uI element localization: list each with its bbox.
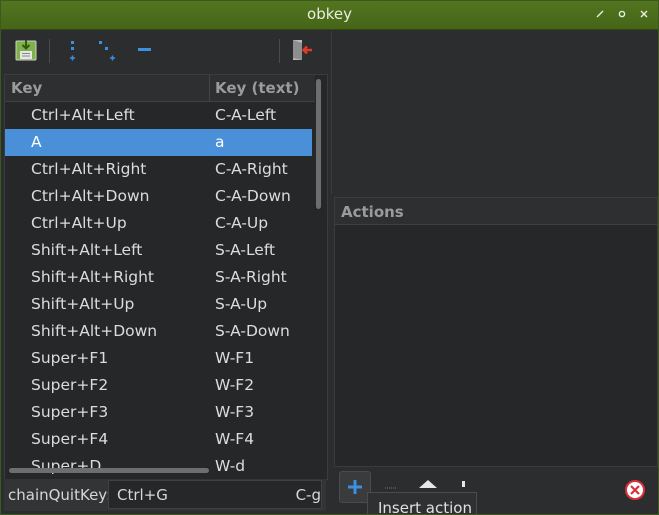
insert-action-tooltip: Insert action (367, 492, 477, 515)
tooltip-text: Insert action (378, 499, 472, 515)
key-text-cell: W-F1 (215, 349, 255, 367)
key-cell: Super+F4 (31, 430, 109, 448)
table-row[interactable]: Shift+Alt+Up S-A-Up (5, 291, 312, 318)
remove-action-button[interactable] (619, 471, 651, 503)
minimize-icon[interactable] (592, 6, 608, 22)
list-header: Key Key (text) (5, 75, 315, 102)
key-text-cell: C-A-Up (215, 214, 269, 232)
key-text-cell: S-A-Right (215, 268, 287, 286)
key-detail-panel (331, 31, 658, 194)
key-text-cell: W-F3 (215, 403, 255, 421)
column-header-key-text[interactable]: Key (text) (215, 79, 299, 97)
column-separator (209, 75, 210, 101)
save-button[interactable] (13, 37, 39, 63)
add-sibling-icon (70, 41, 75, 61)
table-row[interactable]: Super+F2 W-F2 (5, 372, 312, 399)
quit-button[interactable] (289, 37, 315, 63)
save-icon (15, 40, 37, 61)
obkey-window: obkey Key Key (text) Ctrl+Alt+Left C-A-L… (0, 0, 659, 515)
table-row[interactable]: Ctrl+Alt+Left C-A-Left (5, 102, 312, 129)
add-child-button[interactable] (95, 37, 121, 63)
table-row[interactable]: Aa (5, 129, 312, 156)
key-text-cell: C-A-Down (215, 187, 291, 205)
key-cell: Ctrl+Alt+Down (31, 187, 150, 205)
plus-icon (348, 480, 362, 494)
vertical-scrollbar[interactable] (316, 79, 321, 209)
key-list[interactable]: Key Key (text) Ctrl+Alt+Left C-A-Left Aa Ct… (4, 74, 328, 480)
close-icon[interactable] (636, 6, 652, 22)
table-row[interactable]: Shift+Alt+Left S-A-Left (5, 237, 312, 264)
key-cell: Shift+Alt+Left (31, 241, 143, 259)
key-cell: Super+F1 (31, 349, 109, 367)
key-text-cell: W-F4 (215, 430, 255, 448)
key-cell: A (31, 133, 42, 151)
table-row[interactable]: Shift+Alt+Right S-A-Right (5, 264, 312, 291)
toolbar (3, 31, 327, 71)
add-child-icon (99, 41, 115, 61)
table-row[interactable]: Super+D W-d (5, 453, 312, 479)
table-row[interactable]: Ctrl+Alt+Right C-A-Right (5, 156, 312, 183)
toolbar-separator (49, 39, 50, 63)
title-bar[interactable]: obkey (1, 1, 658, 30)
chain-quit-key-text: C-g (295, 486, 321, 504)
horizontal-scrollbar[interactable] (9, 468, 209, 473)
key-cell: Ctrl+Alt+Left (31, 106, 135, 124)
remove-icon (138, 48, 151, 51)
toolbar-separator (279, 39, 280, 63)
key-text-cell: a (215, 133, 225, 151)
table-row[interactable]: Ctrl+Alt+Down C-A-Down (5, 183, 312, 210)
add-sibling-button[interactable] (61, 37, 87, 63)
key-cell: Ctrl+Alt+Right (31, 160, 147, 178)
key-cell: Shift+Alt+Right (31, 268, 155, 286)
table-row[interactable]: Super+F4 W-F4 (5, 426, 312, 453)
column-header-key[interactable]: Key (11, 79, 42, 97)
remove-circle-icon (625, 480, 645, 500)
key-text-cell: S-A-Left (215, 241, 276, 259)
quit-icon (293, 40, 312, 60)
key-cell: Super+F3 (31, 403, 109, 421)
key-text-cell: S-A-Up (215, 295, 268, 313)
key-cell: Shift+Alt+Down (31, 322, 158, 340)
key-text-cell: W-F2 (215, 376, 255, 394)
key-cell: Ctrl+Alt+Up (31, 214, 127, 232)
key-cell: Super+F2 (31, 376, 109, 394)
key-text-cell: W-d (215, 457, 246, 475)
maximize-icon[interactable] (614, 6, 630, 22)
table-row[interactable]: Super+F3 W-F3 (5, 399, 312, 426)
table-row[interactable]: Super+F1 W-F1 (5, 345, 312, 372)
window-title: obkey (307, 5, 352, 23)
chain-quit-key-row: chainQuitKey: Ctrl+G C-g (4, 479, 326, 511)
chain-quit-key-field[interactable]: Ctrl+G C-g (108, 480, 322, 509)
table-row[interactable]: Ctrl+Alt+Up C-A-Up (5, 210, 312, 237)
key-cell: Shift+Alt+Up (31, 295, 135, 313)
actions-list[interactable]: Actions (334, 197, 658, 467)
key-text-cell: S-A-Down (215, 322, 290, 340)
actions-header-label: Actions (341, 203, 404, 221)
table-row[interactable]: Shift+Alt+Down S-A-Down (5, 318, 312, 345)
chain-quit-key-label: chainQuitKey: (8, 486, 112, 504)
remove-button[interactable] (131, 37, 157, 63)
chain-quit-key-value: Ctrl+G (117, 486, 168, 504)
actions-header: Actions (335, 198, 657, 225)
key-text-cell: C-A-Right (215, 160, 288, 178)
key-text-cell: C-A-Left (215, 106, 277, 124)
